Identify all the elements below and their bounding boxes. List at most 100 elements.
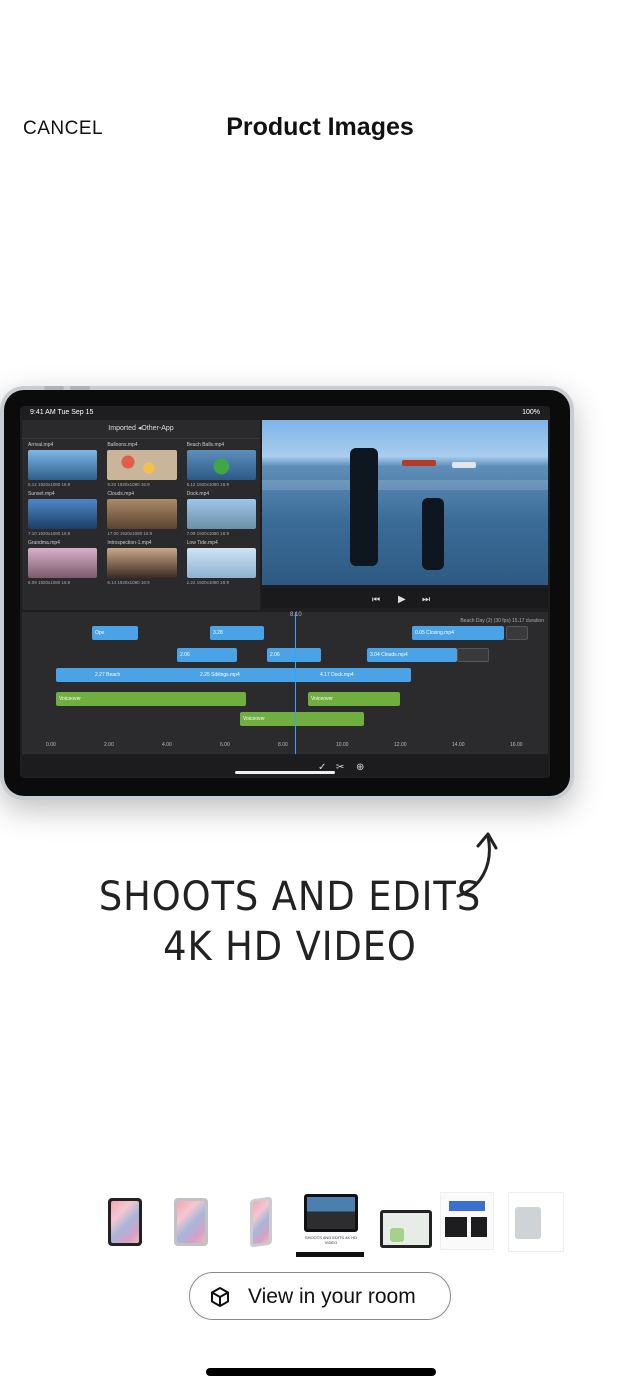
child-figure [422,498,444,570]
status-bar: 9:41 AM Tue Sep 15 100% [20,406,550,420]
thumbnail-item[interactable] [436,1190,496,1252]
product-caption: SHOOTS AND EDITS 4K HD VIDEO [97,872,483,972]
adult-figure [350,448,378,566]
timeline-clip-placeholder [506,626,528,640]
thumbnail-image [380,1210,432,1248]
playback-icons: ▶ ⏮ ⏭ [372,594,430,605]
ruler-tick: 14.00 [452,742,465,748]
thumbnail-image [508,1192,564,1252]
svg-text:▶: ▶ [398,594,406,605]
thumbnail-image [250,1196,272,1248]
media-item: Dock.mp4 7.09 1920x1080 16:9 [186,491,256,536]
thumbnail-item[interactable] [376,1190,436,1252]
ruler-tick: 2.00 [104,742,114,748]
media-item-name: Beach Balls.mp4 [186,442,225,448]
ruler-tick: 10.00 [336,742,349,748]
selected-thumbnail-indicator [296,1252,364,1257]
ruler-tick: 16.00 [510,742,523,748]
media-thumbnail [107,450,177,480]
media-thumbnail [186,450,256,480]
timeline-clip-placeholder [457,648,489,662]
media-item: Beach Balls.mp4 5.12 1920x1080 16:9 [186,442,256,487]
thumbnail-item[interactable] [232,1190,282,1252]
media-item-meta: 5.12 1920x1080 16:9 [28,482,71,487]
media-item-meta: 7.10 1920x1080 16:9 [28,531,71,536]
timeline-clip: 2.27 Beach [95,672,121,678]
svg-text:⏭: ⏭ [422,595,430,605]
media-item-meta: 6.09 1920x1080 16:9 [28,580,71,585]
media-header: Imported ◂Other-App [22,420,260,439]
timeline-ruler: 0.00 2.00 4.00 6.00 8.00 10.00 12.00 14.… [22,742,548,754]
media-grid: Arrival.mp4 5.12 1920x1080 16:9 Balloons… [28,442,256,585]
thumbnail-item-selected[interactable]: SHOOTS AND EDITS 4K HD VIDEO [298,1190,364,1252]
ipad-home-indicator [235,771,335,774]
media-item-name: Dock.mp4 [186,491,210,497]
media-thumbnail [107,499,177,529]
ipad-screen: 9:41 AM Tue Sep 15 100% Imported ◂Other-… [20,406,550,778]
media-item-meta: 6.14 1920x1080 16:9 [107,580,150,585]
caption-line: 4K HD VIDEO [163,924,417,970]
media-item-name: Clouds.mp4 [107,491,135,497]
thumbnail-item[interactable] [504,1190,564,1252]
media-item: Grandma.mp4 6.09 1920x1080 16:9 [28,540,98,585]
media-item-meta: 17.00 1920x1080 16:9 [107,531,153,536]
thumbnail-caption: SHOOTS AND EDITS 4K HD VIDEO [304,1235,357,1245]
home-indicator [206,1368,436,1376]
timeline-clip: 3.28 [210,626,264,640]
media-item-meta: 2.22 1920x1080 16:9 [186,580,229,585]
boat [452,462,476,468]
media-item-meta: 5.12 1920x1080 16:9 [186,482,229,487]
ruler-tick: 0.00 [46,742,56,748]
media-thumbnail [28,450,98,480]
playback-controls: ▶ ⏮ ⏭ [262,588,548,608]
playhead[interactable] [295,612,296,754]
clip-info: Beach Day (2) (30 fps) 15.17 duration [460,618,544,624]
thumbnail-image [440,1192,494,1250]
media-item-name: Introspection-1.mp4 [107,540,152,546]
timeline-clip: 0.05 Closing.mp4 [412,626,504,640]
media-thumbnail [186,548,256,578]
timeline-clip: 2.25 Siblings.mp4 [200,672,240,678]
audio-clip: Voiceover [56,692,246,706]
audio-clip: Voiceover [240,712,364,726]
media-thumbnail [28,499,98,529]
ruler-tick: 6.00 [220,742,230,748]
media-item-meta: 9.20 1920x1080 16:9 [107,482,150,487]
thumbnail-image [174,1198,208,1246]
svg-text:⊕: ⊕ [356,762,364,773]
media-item: Low Tide.mp4 2.22 1920x1080 16:9 [186,540,256,585]
timeline-clip: 2.06 [177,648,237,662]
boat [402,460,436,466]
thumbnail-item[interactable] [166,1190,216,1252]
audio-clip: Voiceover [308,692,400,706]
timeline-clip: 3.04 Clouds.mp4 [367,648,457,662]
media-browser: Imported ◂Other-App Arrival.mp4 5.12 192… [22,420,260,610]
media-item: Arrival.mp4 5.12 1920x1080 16:9 [28,442,98,487]
media-thumbnail [28,548,98,578]
media-item: Balloons.mp4 9.20 1920x1080 16:9 [107,442,177,487]
timeline-clip: Ope [92,626,138,640]
thumbnail-item[interactable] [100,1190,150,1252]
status-time: 9:41 AM Tue Sep 15 [30,409,94,416]
header: CANCEL Product Images [0,0,640,200]
media-item-name: Balloons.mp4 [107,442,138,448]
ipad-device: 9:41 AM Tue Sep 15 100% Imported ◂Other-… [0,386,574,800]
thumbnail-image [304,1194,358,1232]
product-images-page: CANCEL Product Images 9:41 AM Tue Sep 15… [0,0,640,1388]
ruler-tick: 12.00 [394,742,407,748]
media-item-name: Grandma.mp4 [28,540,60,546]
media-item-meta: 7.09 1920x1080 16:9 [186,531,229,536]
svg-text:✂: ✂ [336,762,344,773]
media-item-name: Arrival.mp4 [28,442,54,448]
view-in-room-label: View in your room [248,1285,416,1308]
media-thumbnail [107,548,177,578]
thumbnail-strip: SHOOTS AND EDITS 4K HD VIDEO [100,1190,570,1260]
media-item: Introspection-1.mp4 6.14 1920x1080 16:9 [107,540,177,585]
media-item: Sunset.mp4 7.10 1920x1080 16:9 [28,491,98,536]
caption-line: SHOOTS AND EDITS [98,874,482,920]
ruler-tick: 8.00 [278,742,288,748]
view-in-room-button[interactable]: View in your room [189,1272,451,1320]
status-battery: 100% [522,409,540,416]
timeline: 8.10 Beach Day (2) (30 fps) 15.17 durati… [22,612,548,754]
media-item-name: Low Tide.mp4 [186,540,218,546]
